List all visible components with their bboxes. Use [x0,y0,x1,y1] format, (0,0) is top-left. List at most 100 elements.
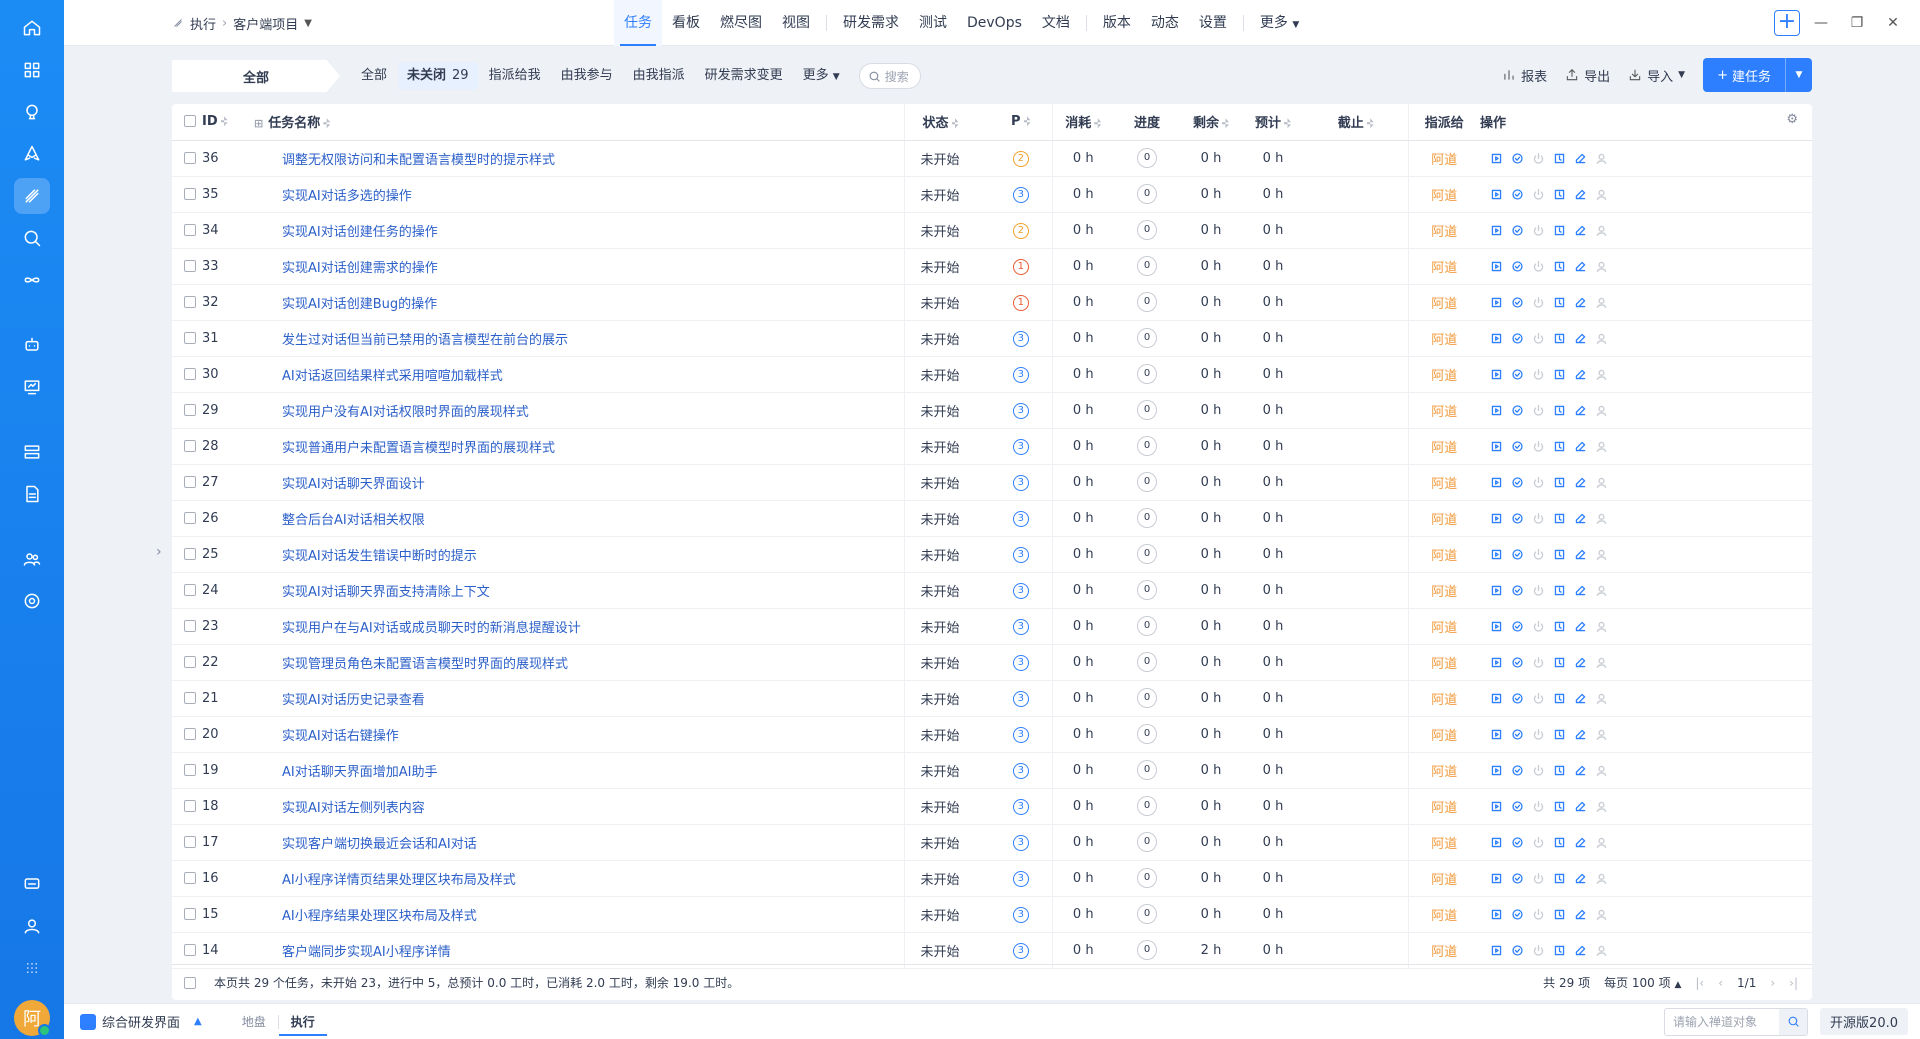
finish-icon[interactable] [1511,548,1524,561]
close-task-icon[interactable] [1532,584,1545,597]
start-icon[interactable] [1490,260,1503,273]
user-profile-icon[interactable] [14,908,50,944]
edit-icon[interactable] [1574,224,1587,237]
record-effort-icon[interactable] [1553,332,1566,345]
finish-icon[interactable] [1511,728,1524,741]
task-link[interactable]: AI小程序详情页结果处理区块布局及样式 [282,873,516,888]
close-task-icon[interactable] [1532,872,1545,885]
row-checkbox[interactable] [184,835,196,848]
assignee-link[interactable]: 阿道 [1431,513,1457,528]
close-task-icon[interactable] [1532,620,1545,633]
record-effort-icon[interactable] [1553,152,1566,165]
start-icon[interactable] [1490,584,1503,597]
row-checkbox[interactable] [184,763,196,776]
prev-page-icon[interactable]: ‹ [1718,976,1723,990]
start-icon[interactable] [1490,440,1503,453]
edit-icon[interactable] [1574,908,1587,921]
assignee-link[interactable]: 阿道 [1431,693,1457,708]
tab-dynamic[interactable]: 动态 [1141,0,1189,46]
filter-involved[interactable]: 由我参与 [552,62,622,90]
assign-icon[interactable] [1595,404,1608,417]
finish-icon[interactable] [1511,800,1524,813]
task-link[interactable]: 实现用户在与AI对话或成员聊天时的新消息提醒设计 [282,621,581,636]
last-page-icon[interactable]: ›| [1789,976,1798,990]
search-button[interactable] [1779,1008,1808,1035]
edit-icon[interactable] [1574,440,1587,453]
row-checkbox[interactable] [184,331,196,344]
assignee-link[interactable]: 阿道 [1431,441,1457,456]
minimize-icon[interactable]: — [1806,15,1836,31]
start-icon[interactable] [1490,152,1503,165]
close-task-icon[interactable] [1532,512,1545,525]
filter-assigned-by-me[interactable]: 由我指派 [624,62,694,90]
close-task-icon[interactable] [1532,188,1545,201]
assign-icon[interactable] [1595,224,1608,237]
finish-icon[interactable] [1511,260,1524,273]
task-link[interactable]: 实现AI对话右键操作 [282,729,399,744]
finish-icon[interactable] [1511,764,1524,777]
finish-icon[interactable] [1511,620,1524,633]
record-effort-icon[interactable] [1553,260,1566,273]
assignee-link[interactable]: 阿道 [1431,801,1457,816]
finish-icon[interactable] [1511,908,1524,921]
document-icon[interactable] [14,476,50,512]
footer-select-all-checkbox[interactable] [184,976,196,989]
assignee-link[interactable]: 阿道 [1431,225,1457,240]
edit-icon[interactable] [1574,260,1587,273]
row-checkbox[interactable] [184,403,196,416]
start-icon[interactable] [1490,332,1503,345]
task-link[interactable]: 实现客户端切换最近会话和AI对话 [282,837,477,852]
breadcrumb-project[interactable]: 客户端项目 [233,14,298,33]
row-checkbox[interactable] [184,907,196,920]
task-link[interactable]: 实现AI对话创建Bug的操作 [282,297,437,312]
row-checkbox[interactable] [184,691,196,704]
row-checkbox[interactable] [184,799,196,812]
close-task-icon[interactable] [1532,800,1545,813]
settings-gear-icon[interactable] [14,583,50,619]
module-tree-all[interactable]: 全部 [172,60,340,92]
start-icon[interactable] [1490,548,1503,561]
record-effort-icon[interactable] [1553,512,1566,525]
assign-icon[interactable] [1595,548,1608,561]
finish-icon[interactable] [1511,440,1524,453]
finish-icon[interactable] [1511,872,1524,885]
col-name[interactable]: ⊞ 任务名称 [254,104,904,141]
finish-icon[interactable] [1511,512,1524,525]
col-priority[interactable]: P [990,104,1052,141]
assign-icon[interactable] [1595,368,1608,381]
col-status[interactable]: 状态 [903,104,990,141]
record-effort-icon[interactable] [1553,692,1566,705]
assign-icon[interactable] [1595,296,1608,309]
test-search-icon[interactable] [14,220,50,256]
edit-icon[interactable] [1574,944,1587,957]
row-checkbox[interactable] [184,367,196,380]
assignee-link[interactable]: 阿道 [1431,657,1457,672]
tab-settings[interactable]: 设置 [1189,0,1237,46]
assignee-link[interactable]: 阿道 [1431,837,1457,852]
record-effort-icon[interactable] [1553,944,1566,957]
task-link[interactable]: 实现AI对话创建需求的操作 [282,261,438,276]
assignee-link[interactable]: 阿道 [1431,261,1457,276]
col-left[interactable]: 剩余 [1180,104,1242,141]
assign-icon[interactable] [1595,728,1608,741]
restore-icon[interactable]: ❐ [1842,15,1872,31]
edit-icon[interactable] [1574,548,1587,561]
start-icon[interactable] [1490,512,1503,525]
assignee-link[interactable]: 阿道 [1431,549,1457,564]
column-settings-icon[interactable]: ⚙ [1786,112,1798,127]
task-link[interactable]: 实现AI对话发生错误中断时的提示 [282,549,477,564]
robot-icon[interactable] [14,327,50,363]
close-task-icon[interactable] [1532,728,1545,741]
edit-icon[interactable] [1574,728,1587,741]
close-task-icon[interactable] [1532,332,1545,345]
task-link[interactable]: 实现管理员角色未配置语言模型时界面的展现样式 [282,657,568,672]
edit-icon[interactable] [1574,800,1587,813]
zentao-object-search[interactable]: 请输入禅道对象 [1664,1007,1809,1036]
sidebar-expand-icon[interactable]: › [156,544,170,564]
record-effort-icon[interactable] [1553,584,1566,597]
assign-icon[interactable] [1595,440,1608,453]
col-assigned[interactable]: 指派给 [1407,104,1480,141]
start-icon[interactable] [1490,836,1503,849]
tab-story[interactable]: 研发需求 [833,0,909,46]
close-task-icon[interactable] [1532,260,1545,273]
